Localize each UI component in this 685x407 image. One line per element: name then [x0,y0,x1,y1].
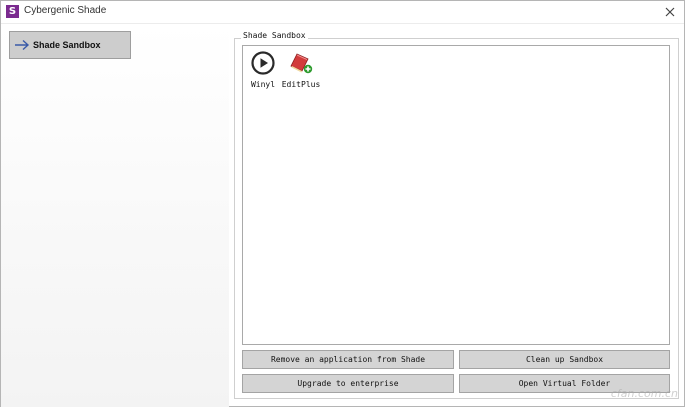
upgrade-button[interactable]: Upgrade to enterprise [242,374,454,393]
play-icon [251,51,275,75]
app-label: Winyl [250,80,276,89]
app-window: S Cybergenic Shade Shade Sandbox Shade S… [0,0,685,407]
app-logo-icon: S [6,5,19,18]
sandbox-app-list[interactable]: Winyl EditPlus [242,45,670,345]
list-item-winyl[interactable]: Winyl [243,51,283,89]
watermark: cfan.com.cn [610,387,678,400]
sidebar-item-shade-sandbox[interactable]: Shade Sandbox [9,31,131,59]
sidebar: Shade Sandbox [1,24,229,407]
sidebar-item-label: Shade Sandbox [33,40,101,50]
sandbox-group-title: Shade Sandbox [241,31,308,40]
arrow-right-icon [15,39,30,51]
list-item-editplus[interactable]: EditPlus [281,51,321,89]
close-icon [665,7,675,17]
window-title: Cybergenic Shade [24,5,107,16]
remove-application-button[interactable]: Remove an application from Shade [242,350,454,369]
close-button[interactable] [660,2,680,22]
clean-up-sandbox-button[interactable]: Clean up Sandbox [459,350,670,369]
title-bar: S Cybergenic Shade [1,1,684,24]
app-label: EditPlus [281,80,321,89]
editplus-icon [290,53,313,74]
